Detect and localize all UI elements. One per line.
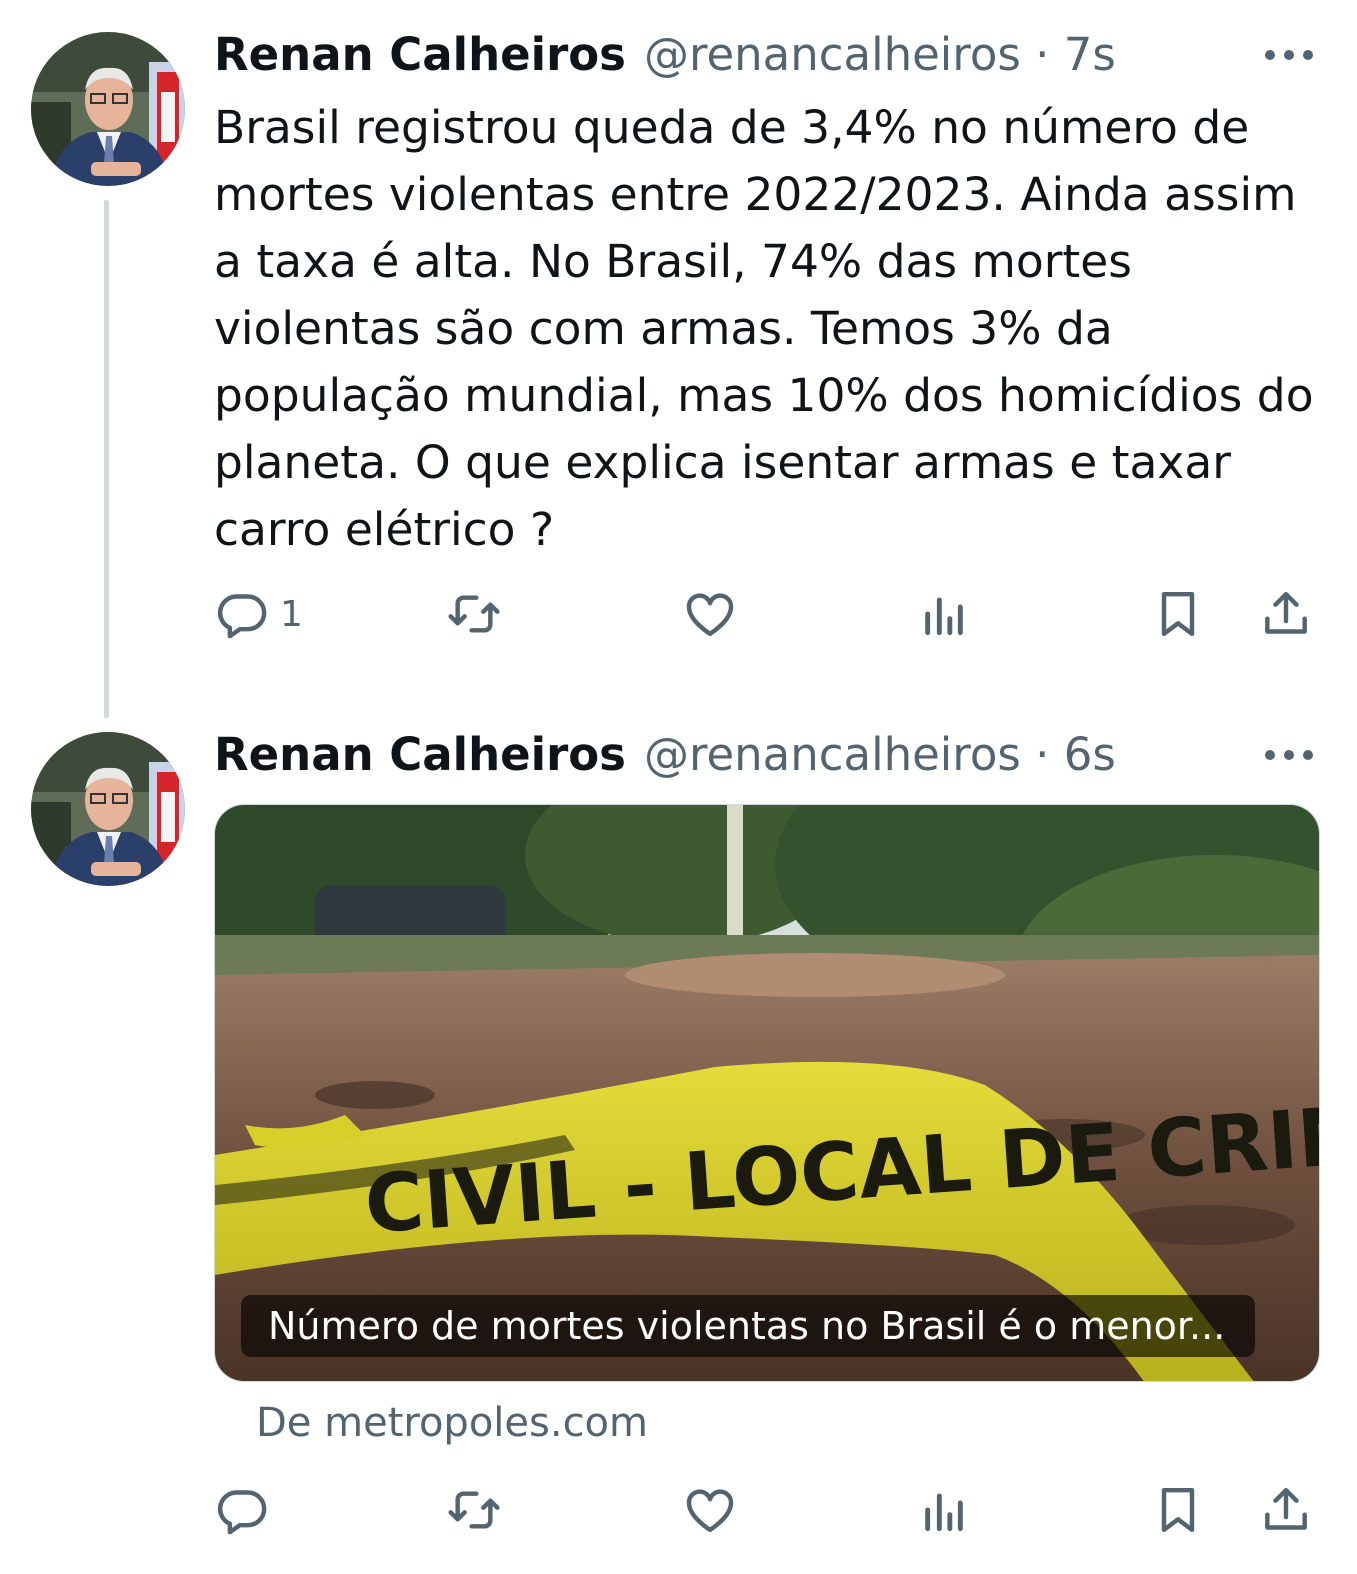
retweet-button[interactable]	[446, 1482, 502, 1538]
retweet-button[interactable]	[446, 586, 502, 642]
bookmark-button[interactable]	[1150, 586, 1206, 642]
share-icon	[1265, 1487, 1307, 1530]
reply-icon	[217, 1490, 267, 1535]
bookmark-icon	[1161, 1487, 1195, 1533]
reply-count: 1	[280, 593, 303, 635]
avatar[interactable]	[31, 32, 185, 186]
views-button[interactable]	[916, 586, 972, 642]
reply-button[interactable]: 1	[214, 586, 303, 642]
tweet-text: Brasil registrou queda de 3,4% no número…	[214, 101, 1314, 556]
like-button[interactable]	[682, 586, 738, 642]
tweet-header: Renan Calheiros @renancalheiros · 6s	[214, 728, 1116, 781]
share-icon	[1265, 591, 1307, 634]
more-icon[interactable]	[1265, 748, 1313, 762]
more-icon[interactable]	[1265, 48, 1313, 62]
avatar[interactable]	[31, 732, 185, 886]
author-name[interactable]: Renan Calheiros	[214, 28, 626, 81]
reply-icon	[217, 594, 267, 639]
author-handle-time[interactable]: @renancalheiros · 7s	[644, 28, 1116, 81]
tweet-header: Renan Calheiros @renancalheiros · 7s	[214, 28, 1116, 81]
avatar-image	[31, 32, 185, 186]
avatar-image	[31, 732, 185, 886]
author-name[interactable]: Renan Calheiros	[214, 728, 626, 781]
views-button[interactable]	[916, 1482, 972, 1538]
thread-line	[104, 200, 109, 718]
like-icon	[686, 1489, 734, 1533]
tweet-actions	[214, 1482, 1324, 1542]
like-button[interactable]	[682, 1482, 738, 1538]
bookmark-button[interactable]	[1150, 1482, 1206, 1538]
retweet-icon	[448, 595, 500, 633]
share-button[interactable]	[1258, 1482, 1314, 1538]
author-handle-time[interactable]: @renancalheiros · 6s	[644, 728, 1116, 781]
bookmark-icon	[1161, 591, 1195, 637]
card-source[interactable]: De metropoles.com	[256, 1400, 648, 1446]
link-card[interactable]: CIVIL - LOCAL DE CRIME - NÃO Número de m…	[214, 804, 1320, 1382]
share-button[interactable]	[1258, 586, 1314, 642]
like-icon	[686, 593, 734, 637]
tweet-actions: 1	[214, 586, 1324, 646]
views-icon	[925, 1493, 963, 1532]
card-caption: Número de mortes violentas no Brasil é o…	[241, 1295, 1256, 1357]
retweet-icon	[448, 1491, 500, 1529]
views-icon	[925, 597, 963, 636]
reply-button[interactable]	[214, 1482, 270, 1538]
